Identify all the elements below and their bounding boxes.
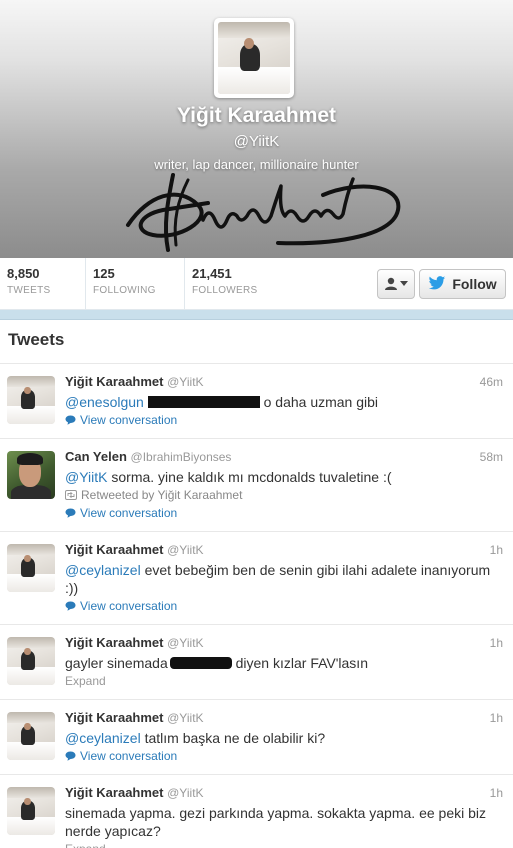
follow-button[interactable]: Follow: [419, 268, 506, 299]
stat-label: TWEETS: [7, 285, 51, 296]
tweet-text: sinemada yapma. gezi parkında yapma. sok…: [65, 805, 487, 839]
tweet-author-handle[interactable]: @YiitK: [167, 786, 203, 800]
tweet-author-handle[interactable]: @IbrahimBiyonses: [131, 450, 232, 464]
stat-value: 125: [93, 266, 115, 281]
tweet-text: @enesolgun o daha uzman gibi: [65, 393, 503, 411]
tweets-heading: Tweets: [0, 320, 513, 364]
tweet-author-name[interactable]: Yiğit Karaahmet: [65, 374, 164, 389]
tweet-author-name[interactable]: Yiğit Karaahmet: [65, 710, 164, 725]
stat-value: 8,850: [7, 266, 40, 281]
view-conversation-link[interactable]: View conversation: [65, 411, 503, 429]
follow-label: Follow: [452, 275, 497, 292]
tweet-timestamp[interactable]: 46m: [480, 373, 503, 391]
tweet-item[interactable]: Yiğit Karaahmet @YiitK 46m @enesolgun o …: [0, 364, 513, 439]
tweet-avatar[interactable]: [7, 637, 55, 685]
tweet-timestamp[interactable]: 58m: [480, 448, 503, 466]
tweet-avatar[interactable]: [7, 376, 55, 424]
expand-link[interactable]: Expand: [65, 672, 503, 690]
signature-image: [126, 173, 401, 252]
caret-down-icon: [400, 280, 408, 286]
speech-bubble-icon: [65, 601, 76, 611]
tweet-author-name[interactable]: Yiğit Karaahmet: [65, 635, 164, 650]
stat-value: 21,451: [192, 266, 232, 281]
tweet-item[interactable]: Yiğit Karaahmet @YiitK 1h @ceylanizel ta…: [0, 700, 513, 775]
tweet-author-handle[interactable]: @YiitK: [167, 711, 203, 725]
tweet-text-part: tatlım başka ne de olabilir ki?: [144, 730, 326, 746]
tweet-avatar[interactable]: [7, 544, 55, 592]
twitter-bird-icon: [429, 276, 446, 290]
profile-header: Yiğit Karaahmet @YiitK writer, lap dance…: [0, 0, 513, 258]
tweet-author-name[interactable]: Yiğit Karaahmet: [65, 785, 164, 800]
tweet-author-handle[interactable]: @YiitK: [167, 636, 203, 650]
person-icon: [385, 277, 397, 290]
tweet-timestamp[interactable]: 1h: [490, 634, 503, 652]
profile-actions: Follow: [377, 258, 513, 309]
tweet-mention[interactable]: @enesolgun: [65, 394, 144, 410]
speech-bubble-icon: [65, 751, 76, 761]
view-conversation-label: View conversation: [80, 506, 178, 520]
stat-following[interactable]: 125 FOLLOWING: [86, 258, 185, 309]
tweet-avatar[interactable]: [7, 451, 55, 499]
tweet-text: @ceylanizel evet bebeğim ben de senin gi…: [65, 561, 503, 597]
tweet-author-handle[interactable]: @YiitK: [167, 375, 203, 389]
tweet-author-name[interactable]: Yiğit Karaahmet: [65, 542, 164, 557]
tweet-timestamp[interactable]: 1h: [490, 709, 503, 727]
tweet-text-part: diyen kızlar FAV'lasın: [235, 655, 368, 671]
profile-name: Yiğit Karaahmet: [176, 104, 337, 127]
speech-bubble-icon: [65, 415, 76, 425]
view-conversation-label: View conversation: [80, 413, 178, 427]
redaction-bar: [169, 657, 232, 669]
tweet-avatar[interactable]: [7, 712, 55, 760]
speech-bubble-icon: [65, 508, 76, 518]
view-conversation-label: View conversation: [80, 599, 178, 613]
tweet-avatar[interactable]: [7, 787, 55, 835]
tweet-item[interactable]: Can Yelen @IbrahimBiyonses 58m @YiitK so…: [0, 439, 513, 532]
tweet-mention[interactable]: @ceylanizel: [65, 730, 141, 746]
tweet-mention[interactable]: @YiitK: [65, 469, 107, 485]
tweet-author-handle[interactable]: @YiitK: [167, 543, 203, 557]
tweet-text: gayler sinemada diyen kızlar FAV'lasın: [65, 654, 503, 672]
divider-strip: [0, 310, 513, 320]
retweet-info: Retweeted by Yiğit Karaahmet: [65, 486, 503, 504]
tweet-text-part: gayler sinemada: [65, 655, 168, 671]
view-conversation-link[interactable]: View conversation: [65, 747, 503, 765]
tweet-item[interactable]: Yiğit Karaahmet @YiitK 1h @ceylanizel ev…: [0, 532, 513, 625]
stat-label: FOLLOWERS: [192, 285, 258, 296]
tweet-item[interactable]: Yiğit Karaahmet @YiitK 1h sinemada yapma…: [0, 775, 513, 848]
stat-followers[interactable]: 21,451 FOLLOWERS: [185, 258, 285, 309]
tweet-text: @ceylanizel tatlım başka ne de olabilir …: [65, 729, 503, 747]
stat-label: FOLLOWING: [93, 285, 156, 296]
redaction-bar: [147, 396, 260, 408]
profile-handle: @YiitK: [233, 133, 280, 150]
view-conversation-link[interactable]: View conversation: [65, 504, 503, 522]
tweet-text-part: o daha uzman gibi: [263, 394, 379, 410]
stat-tweets[interactable]: 8,850 TWEETS: [0, 258, 86, 309]
view-conversation-link[interactable]: View conversation: [65, 597, 503, 615]
stats-bar: 8,850 TWEETS 125 FOLLOWING 21,451 FOLLOW…: [0, 258, 513, 310]
expand-link[interactable]: Expand: [65, 840, 503, 848]
tweet-item[interactable]: Yiğit Karaahmet @YiitK 1h gayler sinemad…: [0, 625, 513, 700]
retweeted-by-label[interactable]: Retweeted by Yiğit Karaahmet: [81, 486, 242, 504]
user-actions-button[interactable]: [377, 268, 415, 299]
retweet-icon: [65, 490, 77, 500]
tweet-mention[interactable]: @ceylanizel: [65, 562, 141, 578]
tweet-timestamp[interactable]: 1h: [490, 541, 503, 559]
avatar-photo: [218, 22, 290, 94]
tweet-text-part: sorma. yine kaldık mı mcdonalds tuvaleti…: [111, 469, 392, 485]
tweet-text: @YiitK sorma. yine kaldık mı mcdonalds t…: [65, 468, 503, 486]
profile-avatar[interactable]: [214, 18, 294, 98]
view-conversation-label: View conversation: [80, 749, 178, 763]
tweet-author-name[interactable]: Can Yelen: [65, 449, 127, 464]
tweet-timestamp[interactable]: 1h: [490, 784, 503, 802]
